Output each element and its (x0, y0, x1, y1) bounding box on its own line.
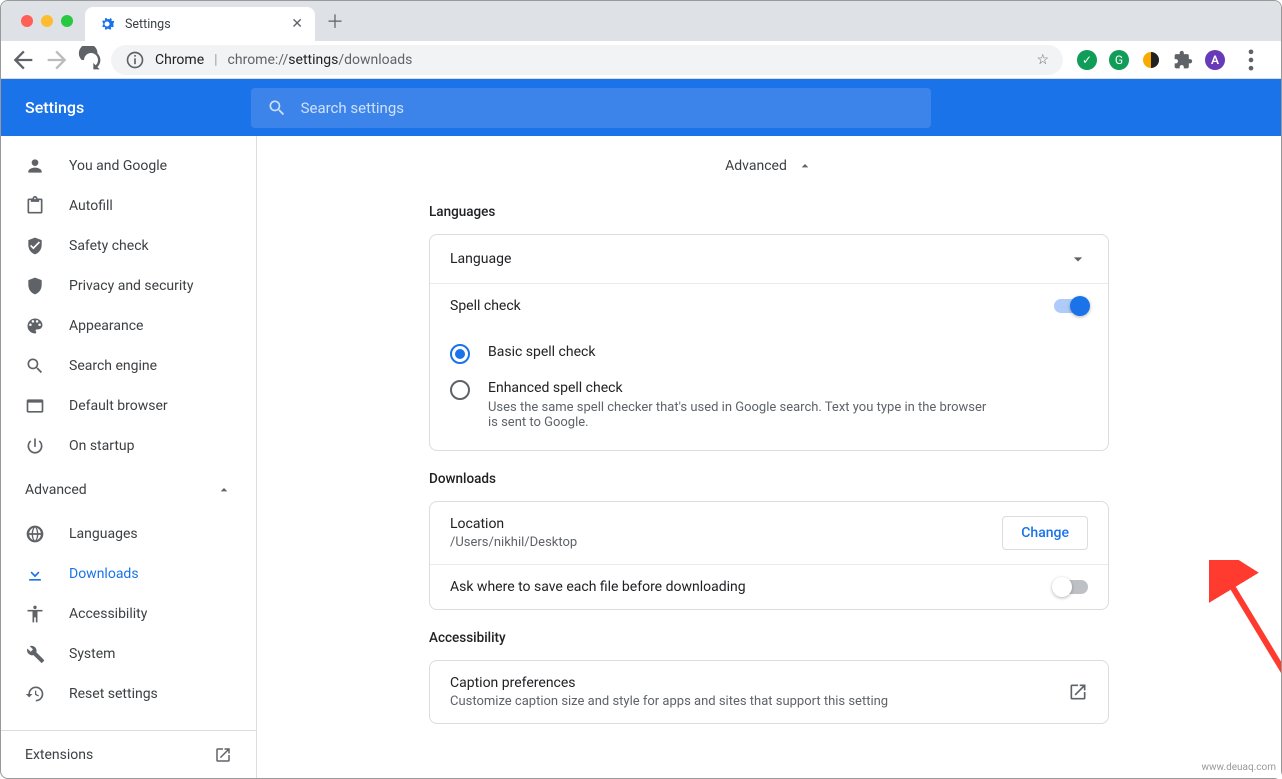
settings-search[interactable] (251, 88, 931, 128)
window-controls (21, 15, 73, 27)
shield-check-icon (25, 236, 45, 256)
extension-icon-shield[interactable]: ✓ (1077, 50, 1097, 70)
sidebar-item-you-and-google[interactable]: You and Google (1, 146, 256, 186)
sidebar-item-on-startup[interactable]: On startup (1, 426, 256, 466)
extension-icons: ✓ G A (1069, 46, 1273, 74)
row-language[interactable]: Language (430, 235, 1108, 283)
row-download-location: Location /Users/nikhil/Desktop Change (430, 502, 1108, 564)
browser-menu-button[interactable] (1237, 46, 1265, 74)
settings-search-input[interactable] (301, 99, 915, 117)
maximize-window-button[interactable] (61, 15, 73, 27)
annotation-arrow (1209, 560, 1281, 740)
sidebar-item-accessibility[interactable]: Accessibility (1, 594, 256, 634)
shield-icon (25, 276, 45, 296)
spell-check-toggle[interactable] (1054, 299, 1088, 313)
sidebar-item-reset[interactable]: Reset settings (1, 674, 256, 714)
sidebar-advanced-toggle[interactable]: Advanced (1, 466, 256, 514)
download-icon (25, 564, 45, 584)
sidebar-item-appearance[interactable]: Appearance (1, 306, 256, 346)
search-icon (267, 98, 287, 118)
sidebar: You and Google Autofill Safety check Pri… (1, 136, 257, 778)
star-icon[interactable]: ☆ (1036, 52, 1049, 68)
chevron-up-icon (797, 158, 813, 174)
clipboard-icon (25, 196, 45, 216)
extension-icon-grammarly[interactable]: G (1109, 50, 1129, 70)
url-chrome-label: Chrome (155, 52, 204, 68)
restore-icon (25, 684, 45, 704)
close-window-button[interactable] (21, 15, 33, 27)
change-location-button[interactable]: Change (1002, 516, 1088, 550)
browser-icon (25, 396, 45, 416)
search-icon (25, 356, 45, 376)
site-info-icon (125, 50, 145, 70)
minimize-window-button[interactable] (41, 15, 53, 27)
row-spell-check: Spell check (430, 283, 1108, 328)
chevron-down-icon (1068, 249, 1088, 269)
globe-icon (25, 524, 45, 544)
page-title: Settings (25, 98, 84, 117)
section-accessibility: Accessibility Caption preferences Custom… (429, 610, 1109, 724)
main-content: Advanced Languages Language Spell check … (257, 136, 1281, 778)
sidebar-item-languages[interactable]: Languages (1, 514, 256, 554)
sidebar-item-safety-check[interactable]: Safety check (1, 226, 256, 266)
forward-button[interactable] (43, 46, 71, 74)
open-external-icon (214, 746, 232, 764)
sidebar-item-search-engine[interactable]: Search engine (1, 346, 256, 386)
sidebar-item-privacy[interactable]: Privacy and security (1, 266, 256, 306)
advanced-section-divider[interactable]: Advanced (257, 148, 1281, 184)
sidebar-item-default-browser[interactable]: Default browser (1, 386, 256, 426)
section-downloads: Downloads Location /Users/nikhil/Desktop… (429, 451, 1109, 610)
radio-basic-spell-check[interactable]: Basic spell check (430, 334, 1108, 364)
open-external-icon (1068, 682, 1088, 702)
power-icon (25, 436, 45, 456)
reload-button[interactable] (77, 46, 105, 74)
toolbar: Chrome | chrome://settings/downloads ☆ ✓… (1, 41, 1281, 79)
tab-strip: Settings ✕ ＋ (1, 1, 1281, 41)
new-tab-button[interactable]: ＋ (321, 7, 349, 35)
radio-icon (450, 344, 470, 364)
sidebar-item-system[interactable]: System (1, 634, 256, 674)
browser-tab[interactable]: Settings ✕ (85, 7, 315, 41)
accessibility-icon (25, 604, 45, 624)
close-tab-icon[interactable]: ✕ (291, 16, 303, 32)
sidebar-item-downloads[interactable]: Downloads (1, 554, 256, 594)
back-button[interactable] (9, 46, 37, 74)
palette-icon (25, 316, 45, 336)
ask-save-toggle[interactable] (1054, 580, 1088, 594)
radio-icon (450, 380, 470, 400)
extensions-puzzle-icon[interactable] (1173, 50, 1193, 70)
address-bar[interactable]: Chrome | chrome://settings/downloads ☆ (111, 45, 1063, 75)
wrench-icon (25, 644, 45, 664)
chevron-up-icon (216, 482, 232, 498)
section-languages: Languages Language Spell check Basic spe… (429, 184, 1109, 451)
watermark: www.deuaq.com (1202, 762, 1277, 773)
person-icon (25, 156, 45, 176)
profile-avatar[interactable]: A (1205, 50, 1225, 70)
sidebar-item-autofill[interactable]: Autofill (1, 186, 256, 226)
row-ask-where-to-save: Ask where to save each file before downl… (430, 564, 1108, 609)
tab-title: Settings (125, 17, 171, 32)
radio-enhanced-spell-check[interactable]: Enhanced spell check Uses the same spell… (430, 364, 1108, 434)
gear-icon (97, 14, 117, 34)
row-caption-preferences[interactable]: Caption preferences Customize caption si… (430, 661, 1108, 723)
settings-header: Settings (1, 79, 1281, 136)
sidebar-item-extensions[interactable]: Extensions (1, 730, 256, 778)
extension-icon-circle[interactable] (1141, 50, 1161, 70)
